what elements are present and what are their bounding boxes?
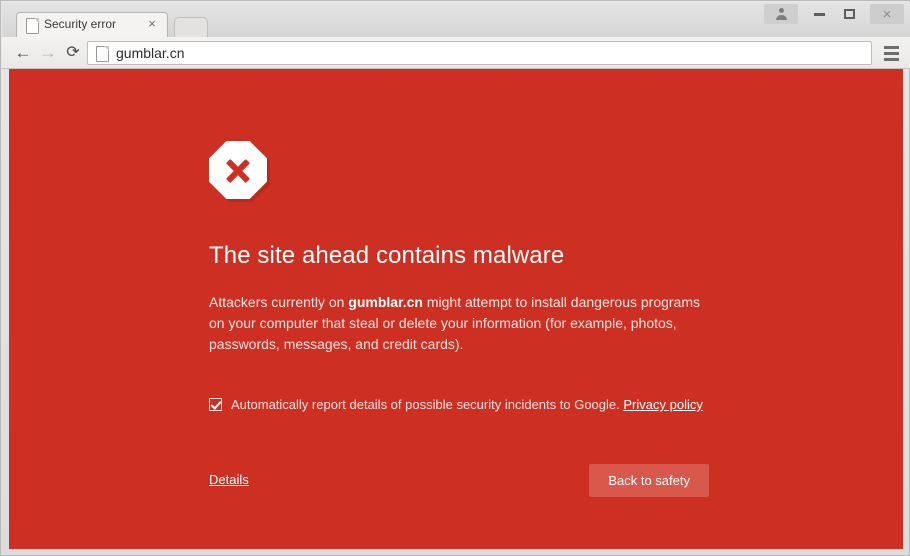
- close-icon[interactable]: ×: [145, 17, 159, 31]
- avatar-icon[interactable]: [764, 4, 798, 24]
- privacy-policy-link[interactable]: Privacy policy: [623, 397, 702, 412]
- forward-button[interactable]: →: [37, 42, 59, 64]
- optin-text: Automatically report details of possible…: [231, 397, 624, 412]
- window-frame: Security error × × ← → ⟳ gumblar.cn The …: [0, 0, 910, 556]
- url-text: gumblar.cn: [116, 45, 185, 61]
- warning-body: Attackers currently on gumblar.cn might …: [209, 292, 707, 355]
- page-icon: [26, 18, 39, 34]
- body-text-before: Attackers currently on: [209, 294, 349, 310]
- action-row: Details Back to safety: [209, 464, 709, 497]
- window-controls: ×: [764, 4, 904, 24]
- tab-strip: Security error × ×: [2, 2, 910, 38]
- malware-warning-icon: [209, 141, 270, 202]
- new-tab-button[interactable]: [174, 17, 208, 37]
- menu-icon[interactable]: [880, 43, 902, 63]
- back-to-safety-button[interactable]: Back to safety: [589, 464, 709, 497]
- close-window-button[interactable]: ×: [870, 4, 904, 24]
- address-bar[interactable]: gumblar.cn: [87, 41, 872, 65]
- x-icon: [209, 141, 267, 199]
- page-icon: [96, 46, 109, 62]
- browser-toolbar: ← → ⟳ gumblar.cn: [2, 37, 910, 69]
- minimize-button[interactable]: [804, 4, 834, 24]
- minimize-icon: [813, 12, 825, 16]
- maximize-icon: [843, 9, 855, 19]
- page-title: The site ahead contains malware: [209, 242, 565, 269]
- tab-title: Security error: [44, 17, 117, 31]
- malicious-domain: gumblar.cn: [348, 294, 423, 310]
- reload-button[interactable]: ⟳: [62, 42, 84, 64]
- close-icon: ×: [882, 5, 892, 23]
- person-icon: [775, 8, 787, 20]
- octagon-shape: [209, 141, 267, 199]
- tab-security-error[interactable]: Security error ×: [16, 12, 168, 38]
- maximize-button[interactable]: [834, 4, 864, 24]
- menu-bar-2: [883, 51, 899, 55]
- menu-bar-3: [883, 57, 899, 61]
- interstitial-content: The site ahead contains malware Attacker…: [209, 141, 709, 497]
- browser-window: Security error × × ← → ⟳ gumblar.cn The …: [0, 0, 910, 556]
- details-link[interactable]: Details: [209, 472, 249, 487]
- menu-bar-1: [883, 45, 899, 49]
- report-checkbox[interactable]: [209, 398, 222, 411]
- report-optin-label: Automatically report details of possible…: [231, 397, 703, 413]
- report-optin-row[interactable]: Automatically report details of possible…: [209, 397, 709, 413]
- malware-interstitial: The site ahead contains malware Attacker…: [9, 69, 903, 549]
- back-button[interactable]: ←: [12, 42, 34, 64]
